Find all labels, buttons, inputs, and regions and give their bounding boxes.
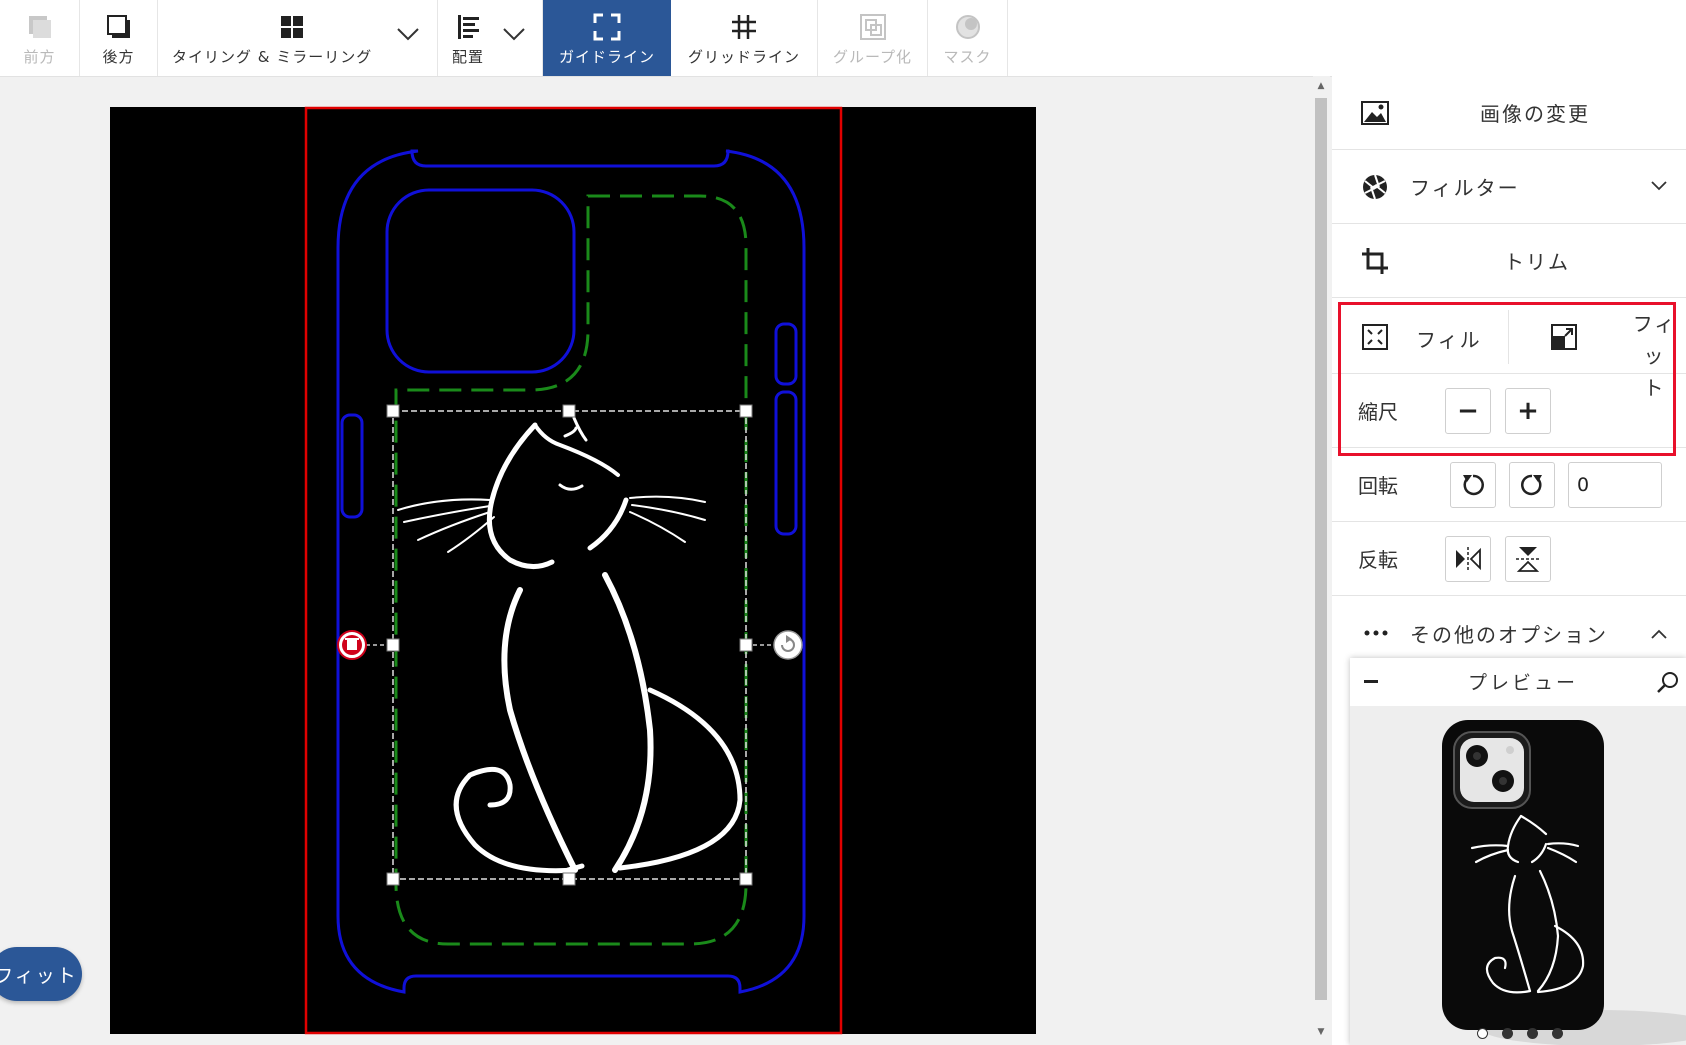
carousel-dot[interactable]	[1502, 1028, 1513, 1039]
rotate-label: 回転	[1358, 474, 1398, 498]
rotate-left-button[interactable]	[1450, 462, 1496, 508]
filter-label: フィルター	[1410, 176, 1520, 200]
carousel-dot-active[interactable]	[1477, 1028, 1488, 1039]
carousel-dot[interactable]	[1552, 1028, 1563, 1039]
chevron-up-icon	[1651, 629, 1667, 639]
change-image-label: 画像の変更	[1480, 102, 1590, 126]
resize-handle[interactable]	[739, 638, 753, 652]
crop-icon	[1360, 246, 1390, 276]
preview-header: プレビュー	[1350, 658, 1686, 706]
resize-handle[interactable]	[386, 404, 400, 418]
minimize-button[interactable]	[1364, 680, 1378, 683]
resize-handle[interactable]	[562, 872, 576, 886]
delete-handle[interactable]	[337, 630, 367, 660]
rotate-cw-icon	[1521, 474, 1542, 496]
trash-icon	[347, 640, 357, 650]
resize-handle[interactable]	[386, 638, 400, 652]
preview-image	[1350, 706, 1686, 1045]
trim-label: トリム	[1504, 250, 1570, 274]
image-icon	[1360, 98, 1390, 128]
flip-row: 反転	[1332, 522, 1686, 596]
highlight-frame	[1338, 302, 1676, 456]
scroll-down-arrow[interactable]: ▼	[1315, 1026, 1327, 1038]
resize-handle[interactable]	[386, 872, 400, 886]
design-canvas[interactable]	[0, 0, 1313, 1045]
filter-menu[interactable]: フィルター	[1332, 150, 1686, 224]
scrollbar-thumb[interactable]	[1315, 98, 1327, 1000]
change-image-button[interactable]: 画像の変更	[1332, 76, 1686, 150]
more-options-label: その他のオプション	[1410, 622, 1608, 647]
flip-vertical-icon	[1516, 547, 1540, 572]
resize-handle[interactable]	[739, 404, 753, 418]
zoom-icon[interactable]	[1656, 670, 1680, 694]
filter-icon	[1360, 172, 1390, 202]
chevron-down-icon	[1651, 181, 1667, 191]
carousel-dot[interactable]	[1527, 1028, 1538, 1039]
flip-vertical-button[interactable]	[1505, 536, 1551, 582]
rotate-right-button[interactable]	[1509, 462, 1555, 508]
resize-handle[interactable]	[562, 404, 576, 418]
rotate-angle-input[interactable]: 0	[1568, 462, 1662, 508]
flip-horizontal-icon	[1456, 547, 1481, 571]
rotate-handle[interactable]	[773, 630, 803, 660]
rotate-angle-value: 0	[1577, 474, 1590, 496]
scroll-up-arrow[interactable]: ▲	[1315, 80, 1327, 92]
preview-title: プレビュー	[1468, 672, 1579, 694]
more-dots-icon	[1362, 618, 1392, 648]
trim-button[interactable]: トリム	[1332, 224, 1686, 298]
flip-horizontal-button[interactable]	[1445, 536, 1491, 582]
canvas-fit-button[interactable]: フィット	[0, 947, 82, 1001]
resize-handle[interactable]	[739, 872, 753, 886]
canvas-fit-label: フィット	[0, 964, 78, 987]
rotate-ccw-icon	[1463, 474, 1484, 496]
rotate-row: 回転 0	[1332, 448, 1686, 522]
flip-label: 反転	[1358, 548, 1398, 572]
preview-window: プレビュー	[1350, 658, 1686, 1045]
